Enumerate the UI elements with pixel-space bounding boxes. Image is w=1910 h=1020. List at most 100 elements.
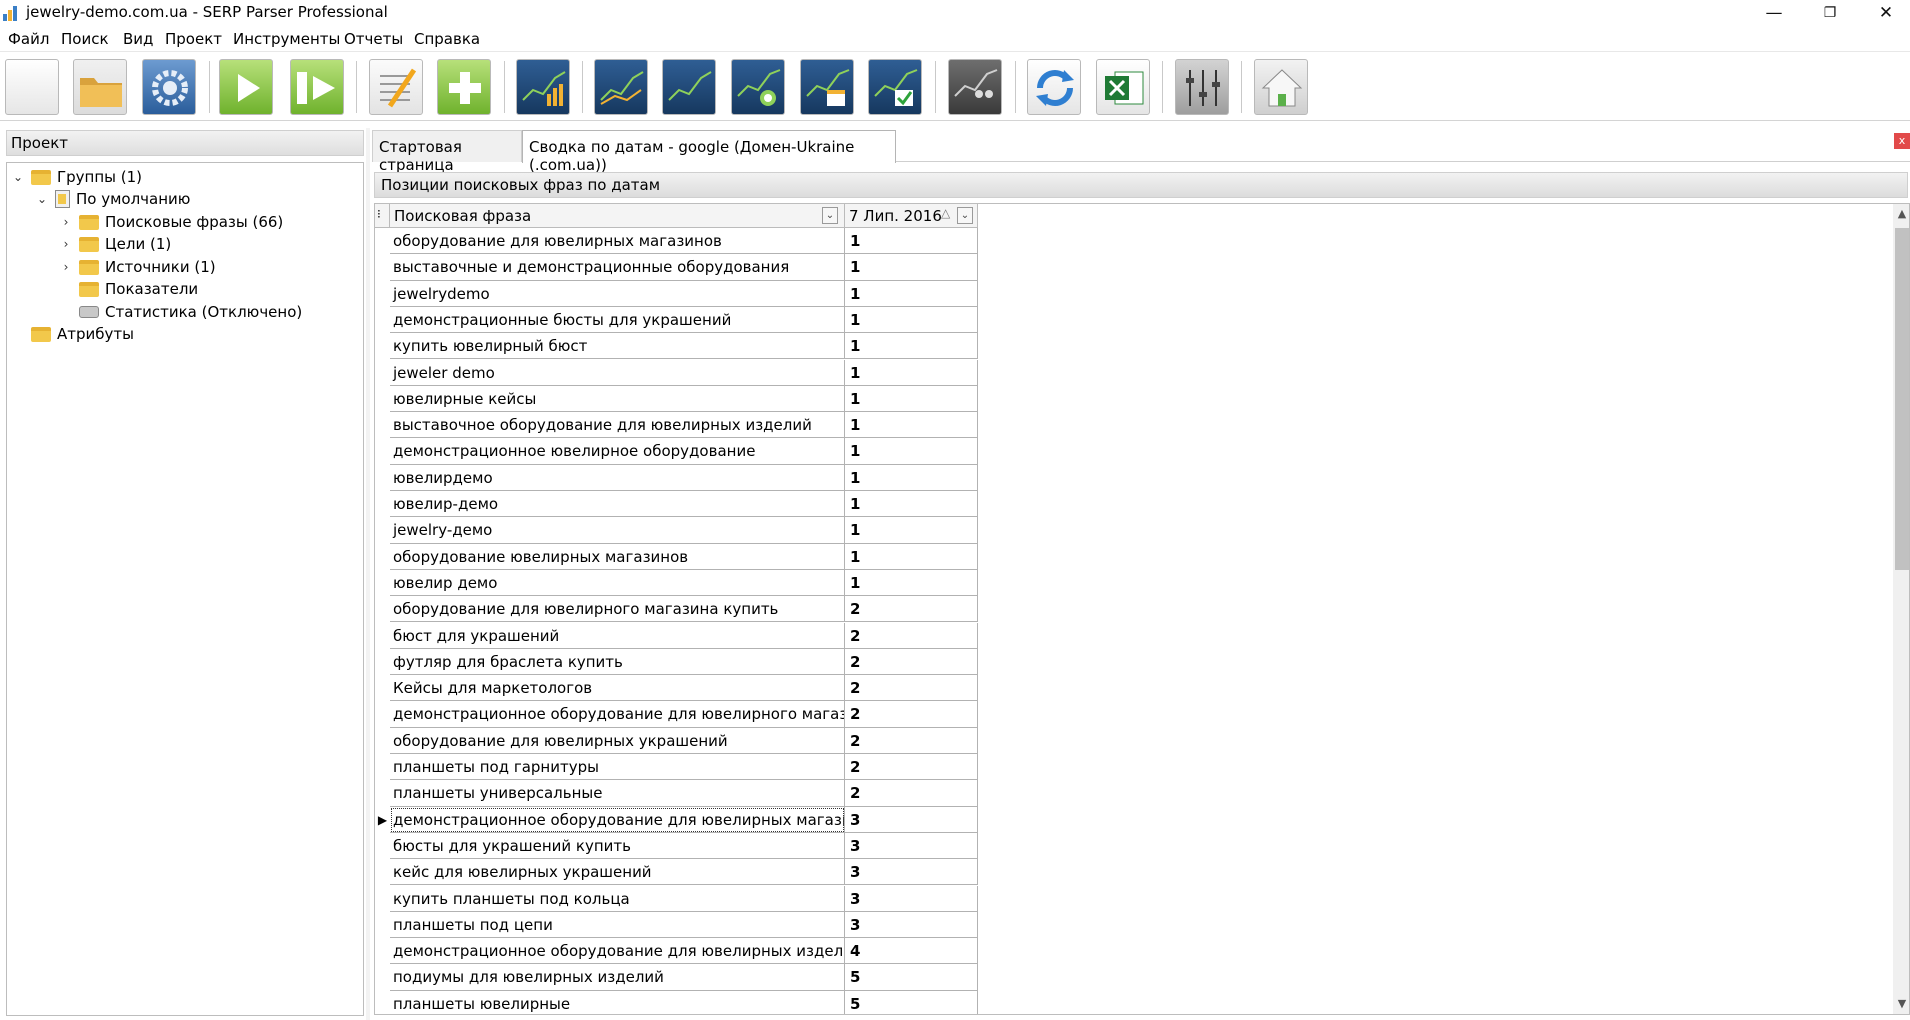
table-row[interactable]: демонстрационное оборудование для ювелир… <box>375 701 979 728</box>
cell-phrase[interactable]: демонстрационное оборудование для ювелир… <box>390 938 845 965</box>
cell-phrase[interactable]: демонстрационное оборудование для ювелир… <box>390 806 845 833</box>
cell-position[interactable]: 2 <box>845 622 978 649</box>
expand-icon[interactable]: ⌄ <box>35 192 49 206</box>
close-tab-icon[interactable]: x <box>1894 133 1910 149</box>
filter-dropdown-icon[interactable]: ⌄ <box>957 207 973 224</box>
table-row[interactable]: оборудование для ювелирных украшений 2 <box>375 727 979 754</box>
cell-position[interactable]: 2 <box>845 727 978 754</box>
cell-phrase[interactable]: бюст для украшений <box>390 622 845 649</box>
expand-icon[interactable]: › <box>59 215 73 229</box>
cell-phrase[interactable]: jeweler demo <box>390 359 845 386</box>
cell-position[interactable]: 3 <box>845 859 978 886</box>
table-row[interactable]: демонстрационное оборудование для ювелир… <box>375 938 979 965</box>
tree-item-statistics[interactable]: Статистика (Отключено) <box>59 301 302 323</box>
cell-phrase[interactable]: оборудование для ювелирных украшений <box>390 727 845 754</box>
tree-item-indicators[interactable]: Показатели <box>59 278 198 300</box>
table-row[interactable]: купить планшеты под кольца 3 <box>375 885 979 912</box>
cell-position[interactable]: 1 <box>845 517 978 544</box>
cell-position[interactable]: 1 <box>845 569 978 597</box>
cell-phrase[interactable]: оборудование ювелирных магазинов <box>390 543 845 570</box>
cell-phrase[interactable]: оборудование для ювелирного магазина куп… <box>390 596 845 623</box>
table-row[interactable]: оборудование для ювелирных магазинов 1 <box>375 228 979 255</box>
scroll-down-icon[interactable]: ▼ <box>1893 994 1909 1014</box>
cell-phrase[interactable]: планшеты универсальные <box>390 780 845 807</box>
chart-calendar-icon[interactable] <box>800 59 854 115</box>
cell-phrase[interactable]: выставочные и демонстрационные оборудова… <box>390 254 845 281</box>
tree-item-goals[interactable]: › Цели (1) <box>59 233 172 255</box>
table-row[interactable]: планшеты под гарнитуры 2 <box>375 754 979 781</box>
column-header-phrase[interactable]: Поисковая фраза ⌄ <box>390 204 845 228</box>
panel-splitter[interactable] <box>366 128 370 1020</box>
table-row[interactable]: планшеты универсальные 2 <box>375 780 979 807</box>
tree-item-groups[interactable]: ⌄ Группы (1) <box>11 166 142 188</box>
cell-phrase[interactable]: оборудование для ювелирных магазинов <box>390 228 845 255</box>
tab-date-summary[interactable]: Сводка по датам - google (Домен-Ukraine … <box>522 130 896 174</box>
cell-phrase[interactable]: демонстрационное ювелирное оборудование <box>390 438 845 465</box>
open-folder-icon[interactable] <box>73 59 127 115</box>
cell-phrase[interactable]: ювелир демо <box>390 569 845 597</box>
expand-icon[interactable]: ⌄ <box>11 170 25 184</box>
cell-position[interactable]: 2 <box>845 675 978 702</box>
settings-gear-icon[interactable] <box>142 59 196 115</box>
table-row[interactable]: jeweler demo 1 <box>375 359 979 386</box>
table-row[interactable]: оборудование ювелирных магазинов 1 <box>375 543 979 570</box>
menu-view[interactable]: Вид <box>123 30 153 48</box>
table-row[interactable]: выставочное оборудование для ювелирных и… <box>375 412 979 439</box>
cell-position[interactable]: 1 <box>845 280 978 307</box>
cell-phrase[interactable]: планшеты ювелирные <box>390 990 845 1014</box>
cell-position[interactable]: 2 <box>845 648 978 676</box>
table-row[interactable]: оборудование для ювелирного магазина куп… <box>375 596 979 623</box>
cell-position[interactable]: 2 <box>845 754 978 781</box>
table-row[interactable]: ▶ демонстрационное оборудование для ювели… <box>375 806 979 833</box>
edit-notes-icon[interactable] <box>369 59 423 115</box>
table-row[interactable]: кейс для ювелирных украшений 3 <box>375 859 979 886</box>
scroll-up-icon[interactable]: ▲ <box>1893 204 1909 224</box>
chart-users-icon[interactable] <box>948 59 1002 115</box>
menu-project[interactable]: Проект <box>165 30 222 48</box>
chart-line-icon[interactable] <box>594 59 648 115</box>
cell-position[interactable]: 3 <box>845 911 978 939</box>
cell-position[interactable]: 5 <box>845 990 978 1014</box>
cell-position[interactable]: 3 <box>845 806 978 833</box>
cell-phrase[interactable]: подиумы для ювелирных изделий <box>390 964 845 991</box>
expand-icon[interactable]: › <box>59 260 73 274</box>
cell-phrase[interactable]: кейс для ювелирных украшений <box>390 859 845 886</box>
cell-phrase[interactable]: выставочное оборудование для ювелирных и… <box>390 412 845 439</box>
tree-item-attributes[interactable]: Атрибуты <box>11 323 134 345</box>
cell-position[interactable]: 1 <box>845 306 978 334</box>
cell-position[interactable]: 2 <box>845 701 978 728</box>
table-row[interactable]: планшеты ювелирные 5 <box>375 990 979 1014</box>
cell-phrase[interactable]: ювелирдемо <box>390 464 845 491</box>
equalizer-icon[interactable] <box>1175 59 1229 115</box>
cell-position[interactable]: 1 <box>845 543 978 570</box>
scrollbar-thumb[interactable] <box>1895 228 1909 570</box>
tab-start-page[interactable]: Стартовая страница <box>372 130 522 174</box>
cell-position[interactable]: 1 <box>845 333 978 360</box>
table-row[interactable]: демонстрационное ювелирное оборудование 1 <box>375 438 979 465</box>
table-row[interactable]: ювелирдемо 1 <box>375 464 979 491</box>
minimize-button[interactable]: — <box>1746 0 1802 28</box>
cell-position[interactable]: 2 <box>845 596 978 623</box>
cell-phrase[interactable]: купить планшеты под кольца <box>390 885 845 912</box>
menu-file[interactable]: Файл <box>8 30 49 48</box>
cell-phrase[interactable]: купить ювелирный бюст <box>390 333 845 360</box>
table-row[interactable]: Кейсы для маркетологов 2 <box>375 675 979 702</box>
menu-tools[interactable]: Инструменты <box>233 30 340 48</box>
cell-position[interactable]: 4 <box>845 938 978 965</box>
restore-button[interactable]: ❐ <box>1802 0 1858 28</box>
table-row[interactable]: выставочные и демонстрационные оборудова… <box>375 254 979 281</box>
new-project-icon[interactable] <box>5 59 59 115</box>
cell-position[interactable]: 1 <box>845 412 978 439</box>
run-icon[interactable] <box>219 59 273 115</box>
filter-dropdown-icon[interactable]: ⌄ <box>822 207 838 224</box>
tree-item-default[interactable]: ⌄ По умолчанию <box>35 188 190 210</box>
cell-phrase[interactable]: демонстрационное оборудование для ювелир… <box>390 701 845 728</box>
cell-phrase[interactable]: ювелир-демо <box>390 491 845 518</box>
menu-reports[interactable]: Отчеты <box>344 30 403 48</box>
cell-position[interactable]: 1 <box>845 464 978 491</box>
table-row[interactable]: планшеты под цепи 3 <box>375 911 979 939</box>
table-row[interactable]: демонстрационные бюсты для украшений 1 <box>375 306 979 334</box>
run-checklist-icon[interactable] <box>290 59 344 115</box>
table-row[interactable]: ювелир демо 1 <box>375 569 979 597</box>
table-row[interactable]: бюст для украшений 2 <box>375 622 979 649</box>
